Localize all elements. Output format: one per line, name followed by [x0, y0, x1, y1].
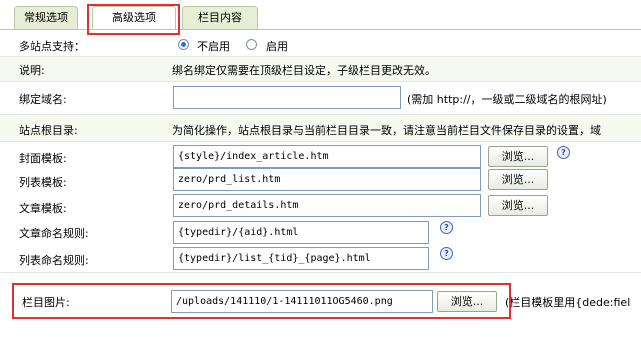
tab-column-content[interactable]: 栏目内容 [182, 6, 258, 29]
bind-domain-label: 绑定域名: [19, 93, 67, 106]
note-label: 说明: [19, 64, 45, 77]
cover-template-row: 封面模板: {style}/index_article.htm 浏览... ? [0, 142, 641, 168]
help-icon[interactable]: ? [557, 146, 570, 159]
list-rule-row: 列表命名规则: {typedir}/list_{tid}_{page}.html… [0, 244, 641, 273]
note-text: 绑名绑定仅需要在顶级栏目设定，子级栏目更改无效。 [172, 64, 436, 77]
option-off-label: 不启用 [197, 40, 230, 53]
article-rule-input[interactable]: {typedir}/{aid}.html [173, 221, 429, 244]
article-rule-row: 文章命名规则: {typedir}/{aid}.html ? [0, 218, 641, 244]
tab-general-label: 常规选项 [24, 11, 68, 24]
article-template-input[interactable]: zero/prd_details.htm [173, 194, 481, 217]
help-icon[interactable]: ? [440, 247, 453, 260]
option-on-label: 启用 [266, 40, 288, 53]
tab-content-label: 栏目内容 [198, 11, 242, 24]
radio-icon[interactable] [246, 39, 257, 50]
help-icon[interactable]: ? [440, 221, 453, 234]
radio-icon[interactable] [178, 39, 189, 50]
cover-template-input[interactable]: {style}/index_article.htm [173, 145, 481, 168]
list-template-label: 列表模板: [19, 176, 67, 189]
note-row: 说明: 绑名绑定仅需要在顶级栏目设定，子级栏目更改无效。 [0, 57, 641, 82]
article-rule-label: 文章命名规则: [19, 227, 89, 240]
article-template-row: 文章模板: zero/prd_details.htm 浏览... [0, 192, 641, 218]
tab-general[interactable]: 常规选项 [14, 6, 78, 29]
column-image-highlight-box [12, 283, 511, 319]
list-template-input[interactable]: zero/prd_list.htm [173, 168, 481, 191]
bind-domain-input[interactable] [173, 86, 401, 109]
column-image-hint: (栏目模板里用{dede:fiel [505, 296, 631, 309]
bind-domain-row: 绑定域名: (需加 http://，一级或二级域名的根网址) [0, 82, 641, 115]
list-rule-label: 列表命名规则: [19, 254, 89, 267]
tab-highlight-box [87, 4, 180, 35]
multisite-row: 多站点支持： 不启用 启用 [0, 34, 641, 57]
list-template-row: 列表模板: zero/prd_list.htm 浏览... [0, 168, 641, 192]
multisite-label: 多站点支持： [19, 40, 85, 53]
cover-browse-button[interactable]: 浏览... [488, 146, 548, 167]
cover-template-label: 封面模板: [19, 152, 67, 165]
list-browse-button[interactable]: 浏览... [488, 169, 548, 190]
bind-domain-hint: (需加 http://，一级或二级域名的根网址) [407, 93, 607, 106]
article-template-label: 文章模板: [19, 202, 67, 215]
site-root-row: 站点根目录: 为简化操作，站点根目录与当前栏目目录一致，请注意当前栏目文件保存目… [0, 115, 641, 142]
site-root-text: 为简化操作，站点根目录与当前栏目目录一致，请注意当前栏目文件保存目录的设置，域 [172, 124, 601, 137]
list-rule-input[interactable]: {typedir}/list_{tid}_{page}.html [173, 247, 429, 270]
article-browse-button[interactable]: 浏览... [488, 195, 548, 216]
site-root-label: 站点根目录: [19, 124, 78, 137]
